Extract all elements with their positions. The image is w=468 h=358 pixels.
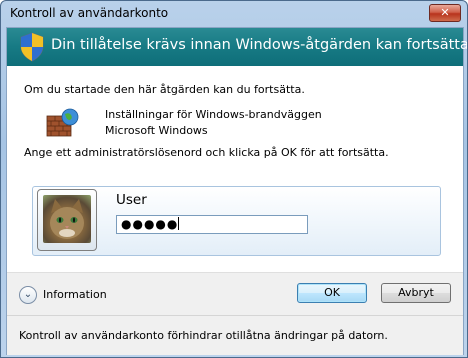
information-toggle[interactable]: ⌄ Information <box>17 285 127 305</box>
footer-divider <box>7 315 463 316</box>
header-banner: Din tillåtelse krävs innan Windows-åtgär… <box>7 28 467 66</box>
shield-icon <box>20 32 44 62</box>
intro-text: Om du startade den här åtgärden kan du f… <box>24 83 305 96</box>
banner-heading: Din tillåtelse krävs innan Windows-åtgär… <box>51 37 468 53</box>
text-caret <box>178 217 180 230</box>
program-publisher: Microsoft Windows <box>105 124 208 137</box>
window-title: Kontroll av användarkonto <box>10 6 169 20</box>
uac-dialog-window: Kontroll av användarkonto ✕ Din tillåtel… <box>0 0 468 358</box>
title-bar[interactable]: Kontroll av användarkonto ✕ <box>1 1 467 27</box>
footer-note: Kontroll av användarkonto förhindrar oti… <box>19 329 388 342</box>
dialog-footer: ⌄ Information OK Avbryt Kontroll av anvä… <box>7 272 463 355</box>
ok-button[interactable]: OK <box>297 283 367 303</box>
password-field[interactable]: ●●●●● <box>116 215 308 234</box>
chevron-down-icon[interactable]: ⌄ <box>19 286 37 304</box>
firewall-icon <box>46 108 79 137</box>
program-name: Inställningar för Windows-brandväggen <box>105 108 322 121</box>
avatar <box>37 189 97 251</box>
cancel-button[interactable]: Avbryt <box>381 283 451 303</box>
dialog-client-area: Din tillåtelse krävs innan Windows-åtgär… <box>6 27 467 355</box>
information-label[interactable]: Information <box>43 288 107 301</box>
password-mask: ●●●●● <box>121 217 179 231</box>
username-label: User <box>116 192 147 208</box>
close-button[interactable]: ✕ <box>429 4 461 22</box>
instruction-text: Ange ett administratörslösenord och klic… <box>24 146 389 159</box>
credential-tile[interactable]: User ●●●●● <box>32 186 441 256</box>
kitten-avatar-image <box>43 195 91 243</box>
